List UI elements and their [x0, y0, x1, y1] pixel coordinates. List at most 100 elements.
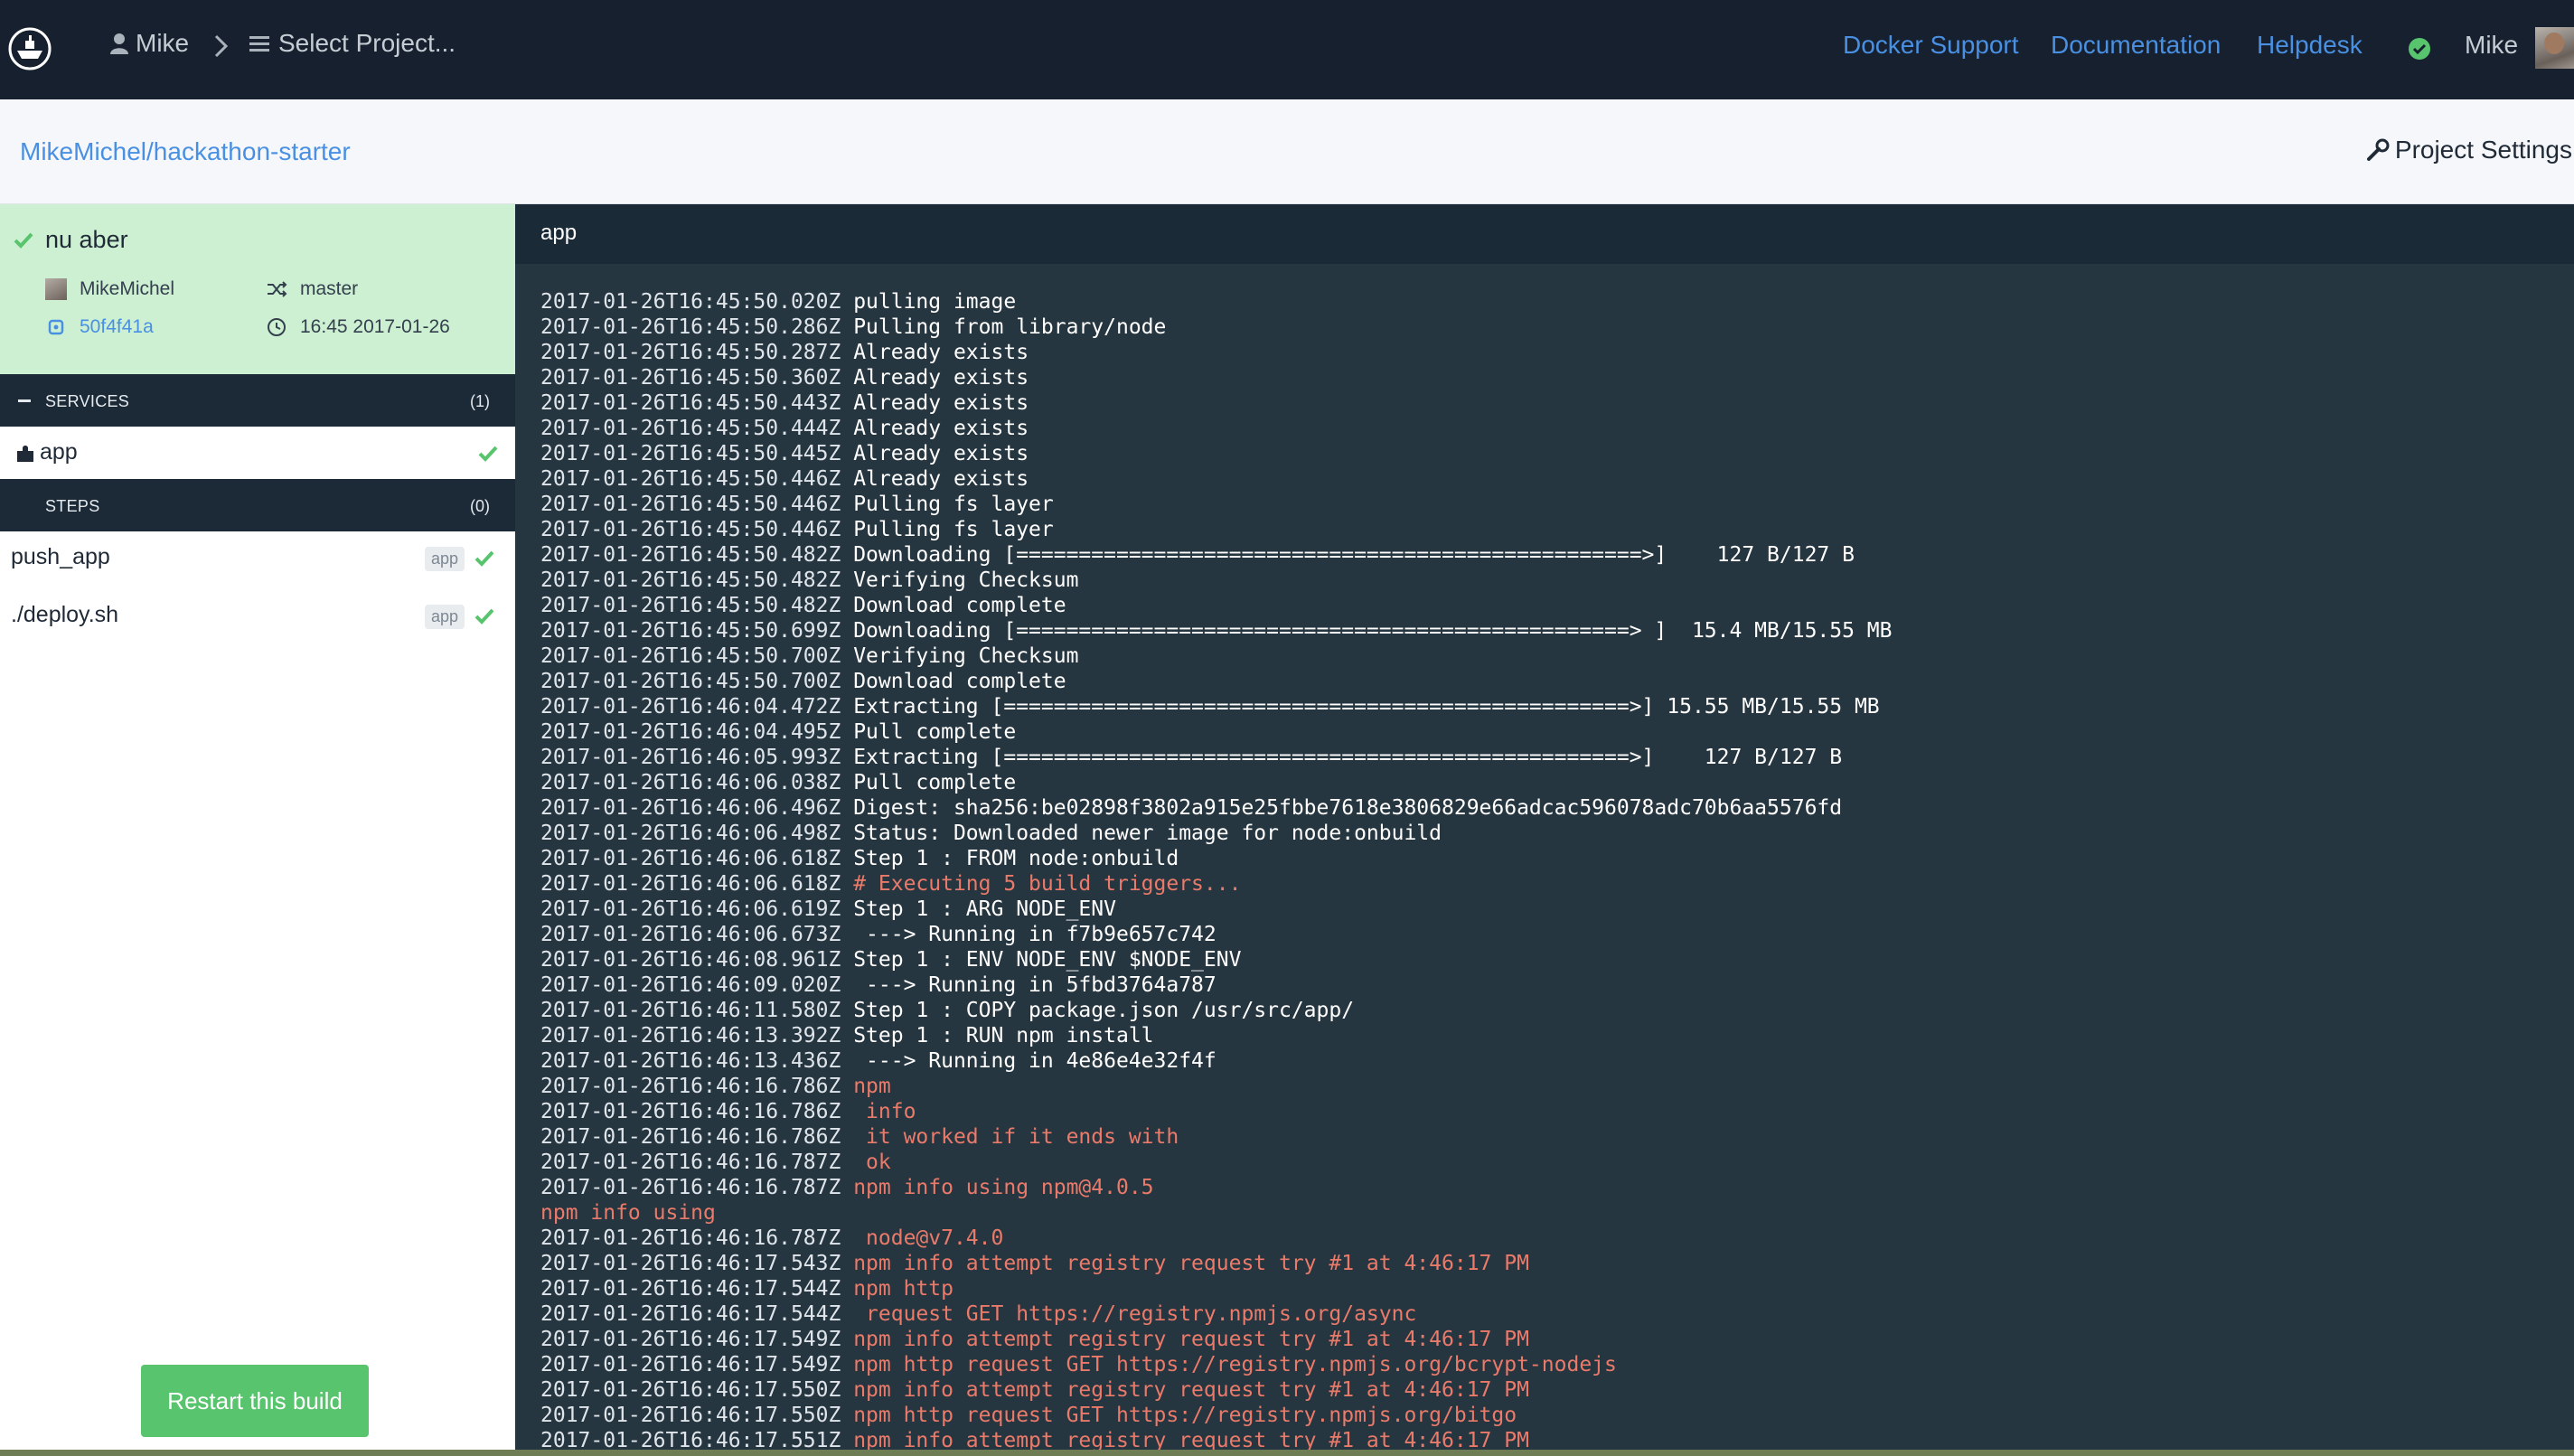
log-line: 2017-01-26T16:46:05.993Z Extracting [===…	[540, 745, 2556, 770]
log-message: Downloading [===========================…	[853, 619, 1893, 643]
log-line: 2017-01-26T16:46:06.619Z Step 1 : ARG NO…	[540, 897, 2556, 922]
build-branch-label: master	[300, 278, 359, 299]
restart-build-button[interactable]: Restart this build	[141, 1365, 369, 1437]
log-message: info	[853, 1100, 916, 1123]
log-timestamp: 2017-01-26T16:45:50.700Z	[540, 670, 854, 693]
log-timestamp: 2017-01-26T16:46:04.472Z	[540, 695, 854, 719]
steps-count: (0)	[470, 497, 490, 515]
project-selector[interactable]: Select Project...	[249, 29, 456, 58]
service-item-app[interactable]: app	[0, 427, 519, 479]
log-timestamp: 2017-01-26T16:46:08.961Z	[540, 948, 854, 972]
log-message: Downloading [===========================…	[853, 543, 1855, 567]
log-line: 2017-01-26T16:46:04.495Z Pull complete	[540, 719, 2556, 745]
author-avatar	[45, 278, 67, 300]
shuffle-icon	[268, 281, 287, 297]
helpdesk-link[interactable]: Helpdesk	[2257, 31, 2363, 60]
log-message: npm http request GET https://registry.np…	[853, 1404, 1517, 1427]
log-line: 2017-01-26T16:46:08.961Z Step 1 : ENV NO…	[540, 947, 2556, 972]
log-timestamp: 2017-01-26T16:46:13.392Z	[540, 1024, 854, 1047]
log-message: Pulling from library/node	[853, 315, 1167, 339]
commit-link[interactable]: 50f4f41a	[80, 316, 154, 338]
log-message: Step 1 : ARG NODE_ENV	[853, 897, 1116, 921]
log-message: npm info attempt registry request try #1…	[853, 1252, 1529, 1275]
log-message: Digest: sha256:be02898f3802a915e25fbbe76…	[853, 796, 1843, 820]
step-service-tag: app	[424, 605, 465, 629]
log-message: Pulling fs layer	[853, 518, 1054, 541]
project-header: MikeMichel/hackathon-starter Project Set…	[0, 99, 2574, 204]
log-line: 2017-01-26T16:46:06.673Z ---> Running in…	[540, 922, 2556, 947]
log-message: node@v7.4.0	[853, 1226, 1004, 1250]
check-icon	[14, 232, 33, 249]
log-line: 2017-01-26T16:45:50.446Z Pulling fs laye…	[540, 517, 2556, 542]
log-line: 2017-01-26T16:46:06.038Z Pull complete	[540, 770, 2556, 795]
log-message: Verifying Checksum	[853, 568, 1079, 592]
log-message: Pull complete	[853, 720, 1017, 744]
breadcrumb-user[interactable]: Mike	[110, 29, 189, 58]
step-name: push_app	[11, 544, 110, 569]
project-settings-label: Project Settings	[2394, 136, 2572, 164]
avatar[interactable]	[2535, 27, 2574, 69]
steps-section-header[interactable]: STEPS (0)	[0, 479, 515, 531]
log-timestamp: 2017-01-26T16:45:50.446Z	[540, 518, 854, 541]
build-author: MikeMichel	[45, 278, 174, 300]
documentation-link[interactable]: Documentation	[2051, 31, 2221, 60]
log-timestamp: 2017-01-26T16:46:17.544Z	[540, 1277, 854, 1301]
log-timestamp: 2017-01-26T16:46:06.498Z	[540, 822, 854, 845]
log-output[interactable]: 2017-01-26T16:45:50.020Z pulling image 20…	[540, 289, 2556, 1453]
check-icon	[474, 550, 494, 567]
status-ok-icon	[2409, 38, 2430, 60]
log-message: ---> Running in f7b9e657c742	[853, 923, 1217, 946]
log-message: Extracting [============================…	[853, 746, 1843, 769]
log-line: 2017-01-26T16:46:06.618Z # Executing 5 b…	[540, 871, 2556, 897]
log-line: 2017-01-26T16:46:16.786Z info	[540, 1099, 2556, 1124]
log-line: 2017-01-26T16:46:17.549Z npm info attemp…	[540, 1327, 2556, 1352]
log-message: Extracting [============================…	[853, 695, 1880, 719]
log-message: pulling image	[853, 290, 1017, 314]
log-line: 2017-01-26T16:45:50.360Z Already exists	[540, 365, 2556, 390]
log-message: Verifying Checksum	[853, 644, 1079, 668]
log-message: Pulling fs layer	[853, 493, 1054, 516]
log-timestamp: 2017-01-26T16:45:50.700Z	[540, 644, 854, 668]
log-line: 2017-01-26T16:45:50.443Z Already exists	[540, 390, 2556, 416]
step-name: ./deploy.sh	[11, 602, 119, 627]
log-message: Already exists	[853, 467, 1029, 491]
log-timestamp: 2017-01-26T16:46:17.543Z	[540, 1252, 854, 1275]
log-timestamp: 2017-01-26T16:45:50.360Z	[540, 366, 854, 390]
log-timestamp: 2017-01-26T16:46:16.786Z	[540, 1100, 854, 1123]
step-item-deploy[interactable]: ./deploy.sh app	[0, 587, 515, 642]
log-line: 2017-01-26T16:46:06.496Z Digest: sha256:…	[540, 795, 2556, 821]
log-line: 2017-01-26T16:45:50.287Z Already exists	[540, 340, 2556, 365]
project-settings-button[interactable]: Project Settings	[2366, 136, 2572, 164]
step-item-push-app[interactable]: push_app app	[0, 530, 515, 584]
build-sidebar: nu aber MikeMichel master 50f4f41a 16:45…	[0, 204, 519, 1456]
breadcrumb-user-label: Mike	[136, 29, 190, 57]
log-message: Step 1 : ENV NODE_ENV $NODE_ENV	[853, 948, 1242, 972]
log-timestamp: 2017-01-26T16:46:13.436Z	[540, 1049, 854, 1073]
log-line: npm info using	[540, 1200, 2556, 1226]
log-title: app	[540, 221, 578, 245]
log-message: Already exists	[853, 391, 1029, 415]
ship-logo-icon[interactable]	[7, 26, 52, 71]
log-timestamp: 2017-01-26T16:46:06.618Z	[540, 872, 854, 896]
log-timestamp: 2017-01-26T16:46:17.550Z	[540, 1378, 854, 1402]
repo-link[interactable]: MikeMichel/hackathon-starter	[20, 137, 351, 166]
top-navbar: Mike Select Project... Docker Support Do…	[0, 0, 2574, 99]
services-section-header[interactable]: SERVICES (1)	[0, 374, 515, 427]
log-line: 2017-01-26T16:46:11.580Z Step 1 : COPY p…	[540, 998, 2556, 1023]
step-service-tag: app	[424, 547, 465, 571]
account-name[interactable]: Mike	[2465, 31, 2518, 60]
log-line: 2017-01-26T16:45:50.700Z Download comple…	[540, 669, 2556, 694]
puzzle-icon	[17, 446, 33, 462]
log-timestamp: 2017-01-26T16:46:16.787Z	[540, 1226, 854, 1250]
log-message: npm http request GET https://registry.np…	[853, 1353, 1617, 1376]
log-message: npm http	[853, 1277, 954, 1301]
log-line: 2017-01-26T16:46:17.544Z request GET htt…	[540, 1301, 2556, 1327]
log-timestamp: 2017-01-26T16:46:06.038Z	[540, 771, 854, 794]
build-title: nu aber	[45, 226, 128, 253]
docker-support-link[interactable]: Docker Support	[1843, 31, 2019, 60]
log-header: app	[515, 204, 2574, 264]
log-line: 2017-01-26T16:46:16.787Z node@v7.4.0	[540, 1226, 2556, 1251]
log-timestamp: 2017-01-26T16:45:50.286Z	[540, 315, 854, 339]
log-timestamp: 2017-01-26T16:46:06.618Z	[540, 847, 854, 870]
bottom-strip	[0, 1450, 2574, 1456]
